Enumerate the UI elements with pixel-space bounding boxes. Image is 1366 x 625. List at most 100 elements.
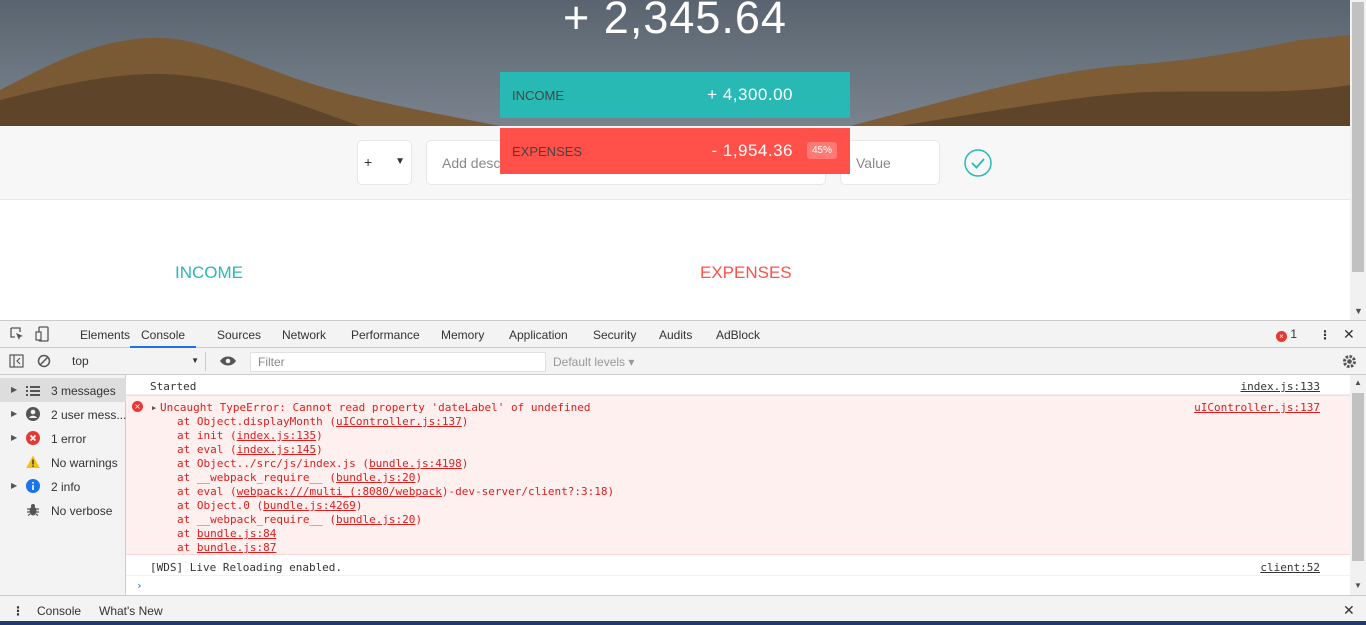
add-confirm-button[interactable]	[963, 148, 993, 178]
toggle-sidebar-icon[interactable]	[9, 354, 24, 368]
sidebar-item-label: 3 messages	[51, 384, 116, 398]
stack-frame-link[interactable]: index.js:145	[237, 443, 316, 456]
expand-arrow-icon[interactable]: ▶	[152, 404, 156, 412]
sidebar-item-errors[interactable]: ▶ 1 error	[0, 426, 126, 450]
type-select-value: +	[364, 154, 373, 170]
console-scrollbar-thumb[interactable]	[1352, 393, 1364, 561]
expand-arrow-icon: ▶	[11, 409, 18, 418]
stack-frame: at Object.0 (bundle.js:4269)	[177, 499, 362, 512]
log-source-link[interactable]: client:52	[1260, 561, 1320, 574]
device-toolbar-icon[interactable]	[35, 326, 51, 342]
scroll-up-icon[interactable]: ▲	[1354, 378, 1362, 387]
page-scrollbar-thumb[interactable]	[1352, 2, 1364, 272]
stack-frame-text: at Object.0 (	[177, 499, 264, 512]
stack-frame-text: at	[177, 541, 197, 554]
page-scrollbar[interactable]: ▼	[1350, 0, 1366, 320]
sidebar-item-warnings[interactable]: No warnings	[0, 450, 126, 474]
chevron-down-icon: ▼	[395, 156, 405, 167]
stack-frame-text: )	[415, 513, 423, 526]
console-scrollbar[interactable]: ▲ ▼	[1350, 375, 1366, 595]
console-toolbar: top ▼ Filter Default levels ▾	[0, 348, 1366, 375]
error-source-link[interactable]: uIController.js:137	[1194, 401, 1320, 414]
devtools-panel: Elements Console Sources Network Perform…	[0, 320, 1366, 625]
error-count-badge[interactable]: × 1	[1276, 327, 1297, 342]
budget-app: + 2,345.64 + ▼ Add description Value Inc…	[0, 0, 1350, 320]
sidebar-item-user-messages[interactable]: ▶ 2 user mess...	[0, 402, 126, 426]
close-drawer-icon[interactable]: ✕	[1343, 602, 1355, 619]
tab-sources[interactable]: Sources	[217, 328, 261, 342]
tab-application[interactable]: Application	[509, 328, 568, 342]
stack-frame-text: )	[316, 429, 323, 442]
stack-frame-link[interactable]: bundle.js:84	[197, 527, 276, 540]
log-source-link[interactable]: index.js:133	[1241, 380, 1320, 393]
drawer-tab-whats-new[interactable]: What's New	[99, 604, 163, 618]
stack-frame: at __webpack_require__ (bundle.js:20)	[177, 513, 422, 526]
console-settings-gear-icon[interactable]	[1342, 354, 1357, 369]
stack-frame: at Object.displayMonth (uIController.js:…	[177, 415, 468, 428]
inspect-element-icon[interactable]	[9, 326, 25, 342]
tab-network[interactable]: Network	[282, 328, 326, 342]
stack-frame-text: )	[316, 443, 323, 456]
console-messages: Started index.js:133 × ▶ Uncaught TypeEr…	[126, 375, 1350, 595]
user-icon	[26, 407, 40, 421]
tab-memory[interactable]: Memory	[441, 328, 484, 342]
scroll-down-icon[interactable]: ▼	[1354, 306, 1363, 316]
sidebar-item-label: 2 info	[51, 480, 81, 494]
stack-frame-link[interactable]: uIController.js:137	[336, 415, 462, 428]
sidebar-item-label: No verbose	[51, 504, 113, 518]
stack-frame-text: at Object.displayMonth (	[177, 415, 336, 428]
error-count: 1	[1290, 327, 1298, 341]
clear-console-icon[interactable]	[37, 354, 51, 368]
stack-frame: at eval (index.js:145)	[177, 443, 323, 456]
tab-console[interactable]: Console	[130, 328, 197, 348]
close-devtools-icon[interactable]: ✕	[1343, 326, 1355, 343]
stack-frame-text: at __webpack_require__ (	[177, 513, 336, 526]
console-filter-input[interactable]: Filter	[250, 352, 546, 372]
tab-elements[interactable]: Elements	[80, 328, 130, 342]
stack-frame-link[interactable]: bundle.js:87	[197, 541, 276, 554]
expand-arrow-icon: ▶	[11, 385, 18, 394]
income-summary: Income + 4,300.00	[500, 72, 850, 118]
value-input[interactable]: Value	[840, 140, 940, 185]
drawer-menu-icon[interactable]: ⋮	[12, 604, 24, 618]
tab-audits[interactable]: Audits	[659, 328, 692, 342]
info-icon	[26, 479, 40, 493]
live-expression-eye-icon[interactable]	[219, 355, 237, 367]
stack-frame-link[interactable]: bundle.js:4198	[369, 457, 462, 470]
context-select[interactable]: top ▼	[66, 352, 206, 371]
tab-adblock[interactable]: AdBlock	[716, 328, 760, 342]
stack-frame: at __webpack_require__ (bundle.js:20)	[177, 471, 422, 484]
stack-frame-link[interactable]: index.js:135	[237, 429, 316, 442]
type-select[interactable]: + ▼	[357, 140, 412, 185]
stack-frame: at Object../src/js/index.js (bundle.js:4…	[177, 457, 468, 470]
stack-frame-link[interactable]: webpack:///multi_(:8080/webpack	[237, 485, 442, 498]
sidebar-item-info[interactable]: ▶ 2 info	[0, 474, 126, 498]
stack-frame-link[interactable]: bundle.js:20	[336, 513, 415, 526]
more-options-icon[interactable]: ⋮	[1319, 328, 1331, 342]
error-icon: ×	[1276, 331, 1287, 342]
income-list-title: INCOME	[175, 263, 243, 282]
list-icon	[26, 386, 40, 396]
tab-security[interactable]: Security	[593, 328, 636, 342]
stack-frame-text: at eval (	[177, 485, 237, 498]
scroll-down-icon[interactable]: ▼	[1354, 581, 1362, 590]
tab-performance[interactable]: Performance	[351, 328, 420, 342]
expenses-list-title: EXPENSES	[700, 263, 792, 282]
error-message: Uncaught TypeError: Cannot read property…	[160, 401, 591, 414]
chevron-down-icon: ▼	[191, 356, 199, 365]
stack-frame: at eval (webpack:///multi_(:8080/webpack…	[177, 485, 614, 498]
console-prompt-icon[interactable]: ›	[136, 579, 143, 592]
log-levels-select[interactable]: Default levels ▾	[553, 355, 634, 369]
console-log-row: Started index.js:133	[126, 375, 1350, 395]
stack-frame-link[interactable]: bundle.js:4269	[263, 499, 356, 512]
sidebar-item-label: 2 user mess...	[51, 408, 127, 422]
sidebar-item-verbose[interactable]: No verbose	[0, 498, 126, 522]
context-select-value: top	[72, 354, 89, 368]
devtools-tab-bar: Elements Console Sources Network Perform…	[0, 321, 1366, 348]
error-icon	[26, 431, 40, 445]
stack-frame-link[interactable]: bundle.js:20	[336, 471, 415, 484]
stack-frame: at init (index.js:135)	[177, 429, 323, 442]
stack-frame-text: )	[355, 499, 363, 512]
sidebar-item-messages[interactable]: ▶ 3 messages	[0, 378, 126, 402]
income-summary-label: Income	[512, 88, 564, 103]
